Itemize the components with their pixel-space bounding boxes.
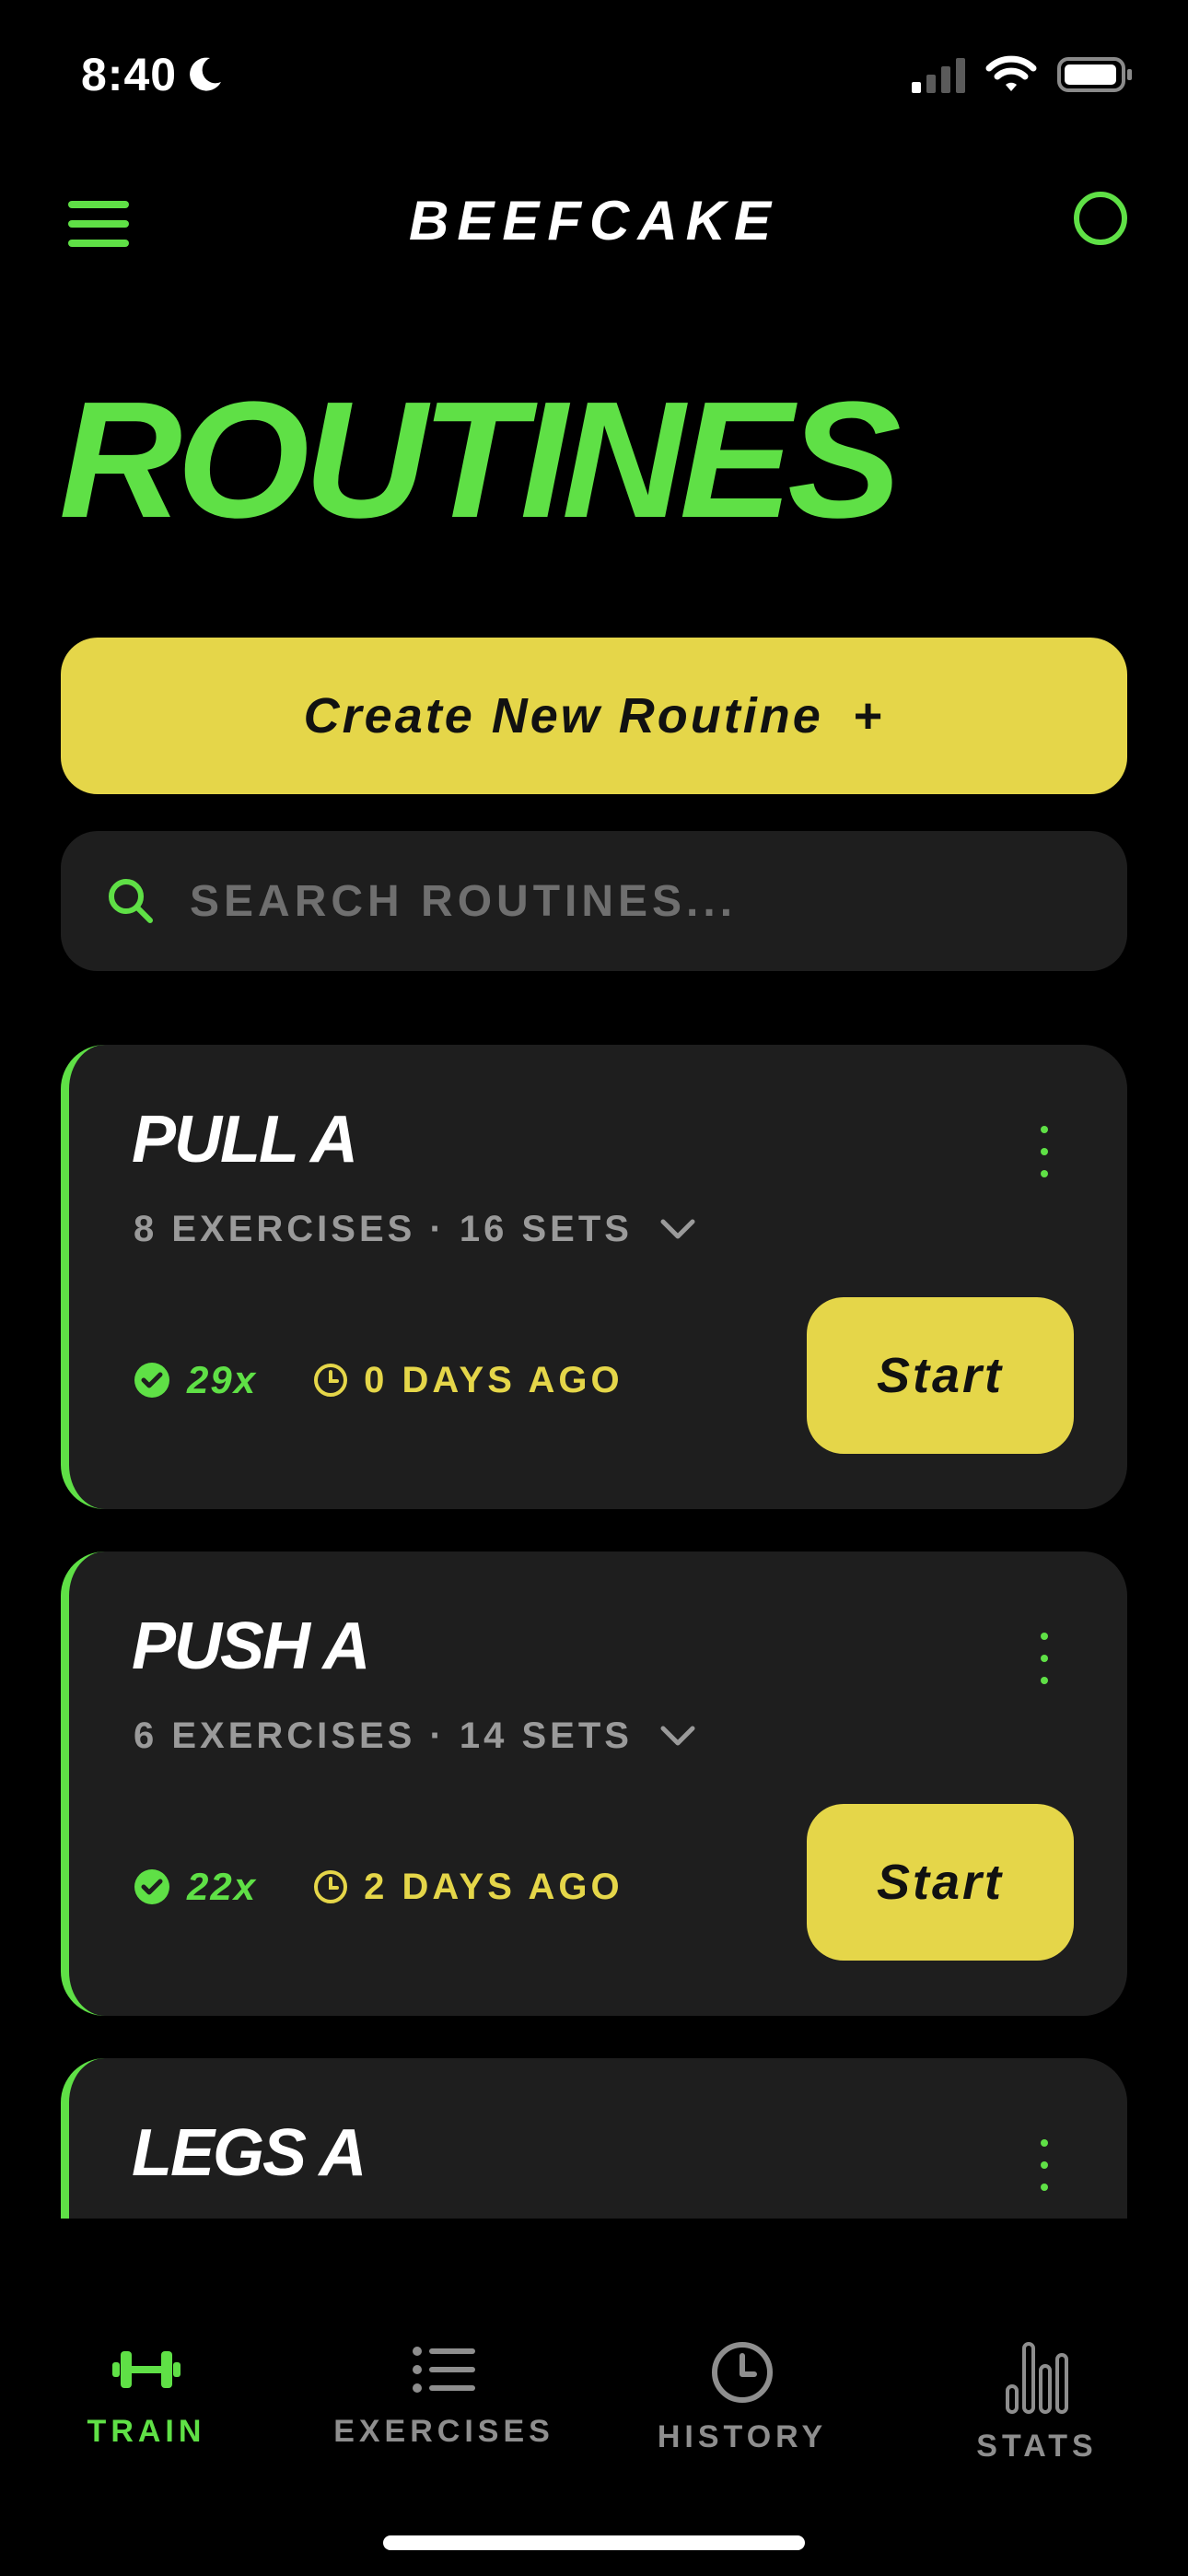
battery-icon — [1057, 57, 1132, 92]
dumbbell-icon — [112, 2351, 181, 2388]
page-title: ROUTINES — [59, 368, 902, 553]
more-options-icon[interactable] — [1035, 1633, 1054, 1684]
chevron-down-icon — [660, 1726, 695, 1745]
tab-history-label: HISTORY — [657, 2419, 828, 2454]
tab-exercises[interactable]: EXERCISES — [332, 2340, 556, 2450]
last-performed: 0 DAYS AGO — [312, 1360, 623, 1401]
list-icon — [413, 2347, 475, 2393]
cellular-signal-icon — [912, 58, 965, 93]
create-routine-button[interactable]: Create New Routine + — [61, 638, 1127, 794]
check-circle-icon — [134, 1363, 169, 1398]
tab-stats[interactable]: STATS — [974, 2340, 1100, 2465]
wifi-icon — [985, 55, 1037, 91]
routine-name: LEGS A — [132, 2116, 367, 2190]
search-input[interactable] — [188, 874, 1020, 928]
more-options-icon[interactable] — [1035, 1126, 1054, 1177]
completion-count: 29x — [134, 1358, 257, 1402]
completion-count: 22x — [134, 1865, 257, 1909]
start-routine-button[interactable]: Start — [807, 1804, 1074, 1961]
profile-button[interactable] — [1074, 192, 1127, 245]
check-circle-icon — [134, 1869, 169, 1904]
more-options-icon[interactable] — [1035, 2139, 1054, 2191]
routine-name: PULL A — [132, 1103, 358, 1177]
clock-icon — [314, 1364, 348, 1397]
home-indicator[interactable] — [383, 2535, 805, 2550]
completion-count-text: 22x — [187, 1865, 258, 1908]
create-routine-label: Create New Routine — [303, 688, 823, 744]
tab-train-label: TRAIN — [87, 2414, 206, 2449]
start-routine-button[interactable]: Start — [807, 1297, 1074, 1454]
tab-train[interactable]: TRAIN — [77, 2340, 215, 2450]
routine-meta-text: 6 EXERCISES · 14 SETS — [134, 1715, 633, 1756]
routine-meta[interactable]: 6 EXERCISES · 14 SETS — [134, 1715, 695, 1757]
tab-history[interactable]: HISTORY — [652, 2340, 833, 2455]
moon-icon — [190, 57, 222, 91]
status-icons — [912, 55, 1133, 94]
last-performed: 2 DAYS AGO — [312, 1867, 623, 1908]
search-bar[interactable] — [61, 831, 1127, 971]
routine-stats: 22x 2 DAYS AGO — [134, 1865, 623, 1909]
plus-icon: + — [852, 688, 885, 744]
clock-icon — [712, 2342, 773, 2403]
app-title: BEEFCAKE — [408, 190, 780, 252]
routine-stats: 29x 0 DAYS AGO — [134, 1358, 623, 1402]
routine-meta[interactable]: 8 EXERCISES · 16 SETS — [134, 1209, 695, 1250]
chevron-down-icon — [660, 1219, 695, 1238]
completion-count-text: 29x — [187, 1358, 258, 1401]
last-performed-text: 0 DAYS AGO — [364, 1359, 623, 1400]
bar-chart-icon — [1006, 2342, 1068, 2414]
clock-icon — [314, 1870, 348, 1903]
tab-bar: TRAIN EXERCISES HISTORY STATS — [0, 2340, 1188, 2506]
tab-exercises-label: EXERCISES — [333, 2414, 554, 2449]
search-icon — [109, 879, 153, 923]
last-performed-text: 2 DAYS AGO — [364, 1866, 623, 1907]
routine-meta-text: 8 EXERCISES · 16 SETS — [134, 1209, 633, 1249]
routine-card-legs-a[interactable]: LEGS A — [61, 2058, 1127, 2219]
routine-name: PUSH A — [132, 1610, 370, 1683]
tab-stats-label: STATS — [976, 2429, 1098, 2464]
routine-card-pull-a[interactable]: PULL A 8 EXERCISES · 16 SETS 29x 0 DAYS … — [61, 1045, 1127, 1509]
status-time-text: 8:40 — [81, 49, 178, 100]
routine-card-push-a[interactable]: PUSH A 6 EXERCISES · 14 SETS 22x 2 DAYS … — [61, 1551, 1127, 2016]
status-time: 8:40 — [81, 48, 225, 101]
